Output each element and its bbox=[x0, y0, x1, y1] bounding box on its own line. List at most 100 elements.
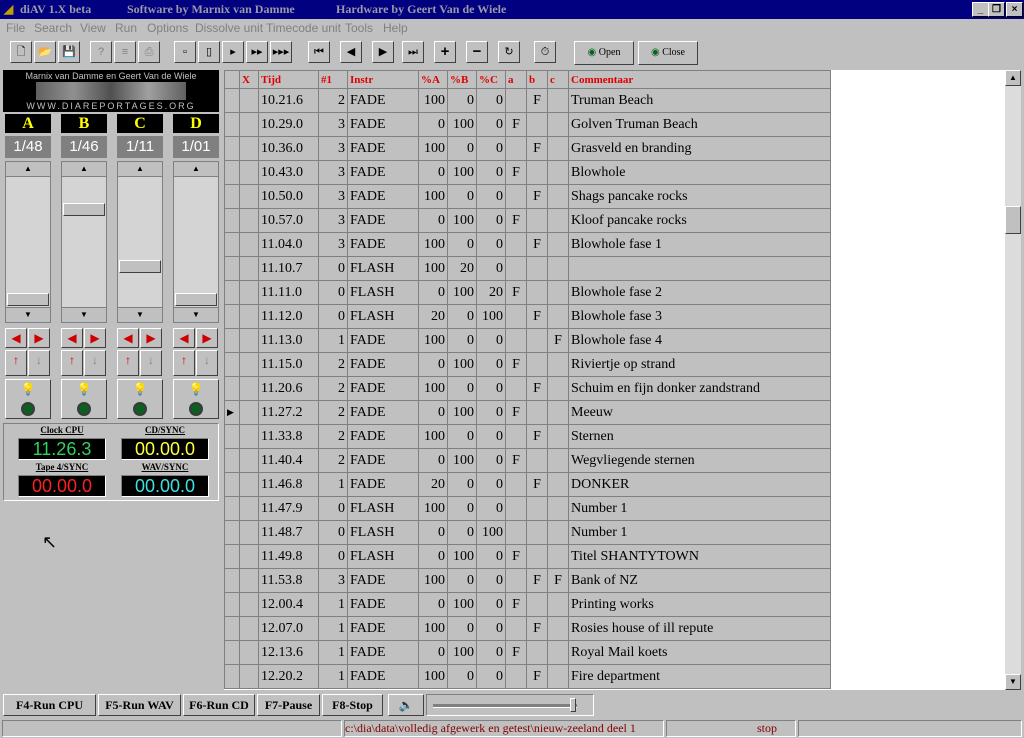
cell-number[interactable]: 2 bbox=[318, 88, 348, 113]
row-selector[interactable] bbox=[224, 304, 240, 329]
cell-c[interactable] bbox=[547, 208, 569, 233]
cell-tijd[interactable]: 10.57.0 bbox=[258, 208, 319, 233]
cell-commentaar[interactable]: Royal Mail koets bbox=[568, 640, 831, 665]
menu-search[interactable]: Search bbox=[34, 21, 72, 35]
row-selector[interactable] bbox=[224, 160, 240, 185]
cell-tijd[interactable]: 10.21.6 bbox=[258, 88, 319, 113]
table-row[interactable]: 11.15.0 2 FADE 0 100 0 F Riviertje op strand bbox=[224, 352, 831, 377]
cell-x[interactable] bbox=[239, 448, 259, 473]
row-selector[interactable]: ▶ bbox=[224, 400, 240, 425]
cell-tijd[interactable]: 10.43.0 bbox=[258, 160, 319, 185]
cell-tijd[interactable]: 11.47.9 bbox=[258, 496, 319, 521]
table-row[interactable]: 10.50.0 3 FADE 100 0 0 F Shags pancake rocks bbox=[224, 184, 831, 209]
cell-a[interactable]: F bbox=[505, 160, 527, 185]
cell-x[interactable] bbox=[239, 256, 259, 281]
cell-pct-a[interactable]: 100 bbox=[418, 568, 448, 593]
arrow-right-icon[interactable]: ▶ bbox=[140, 328, 162, 348]
cell-pct-c[interactable]: 100 bbox=[476, 304, 506, 329]
scroll-down-icon[interactable]: ▼ bbox=[1005, 674, 1021, 690]
cell-pct-b[interactable]: 0 bbox=[447, 424, 477, 449]
channel-c-fader[interactable]: ▲ ▼ bbox=[117, 161, 163, 323]
cell-instr[interactable]: FADE bbox=[347, 376, 419, 401]
cell-tijd[interactable]: 11.10.7 bbox=[258, 256, 319, 281]
open-folder-icon[interactable]: 📂 bbox=[34, 41, 56, 63]
next-record-icon[interactable]: ▶ bbox=[372, 41, 394, 63]
arrow-up-icon[interactable]: ↑ bbox=[173, 350, 195, 376]
fader-down-icon[interactable]: ▼ bbox=[174, 307, 218, 322]
cell-pct-b[interactable]: 0 bbox=[447, 184, 477, 209]
cell-pct-a[interactable]: 0 bbox=[418, 544, 448, 569]
cell-pct-a[interactable]: 100 bbox=[418, 184, 448, 209]
cell-pct-c[interactable]: 0 bbox=[476, 448, 506, 473]
table-row[interactable]: 11.48.7 0 FLASH 0 0 100 Number 1 bbox=[224, 520, 831, 545]
list-icon[interactable]: ≡ bbox=[114, 41, 136, 63]
arrow-down-icon[interactable]: ↓ bbox=[196, 350, 218, 376]
cell-c[interactable] bbox=[547, 160, 569, 185]
cell-tijd[interactable]: 11.13.0 bbox=[258, 328, 319, 353]
run-wav-button[interactable]: F5-Run WAV bbox=[98, 694, 181, 716]
table-row[interactable]: 10.57.0 3 FADE 0 100 0 F Kloof pancake rocks bbox=[224, 208, 831, 233]
cell-tijd[interactable]: 11.12.0 bbox=[258, 304, 319, 329]
stopwatch-icon[interactable]: ⏱ bbox=[534, 41, 556, 63]
cell-a[interactable]: F bbox=[505, 544, 527, 569]
cell-a[interactable] bbox=[505, 184, 527, 209]
cell-tijd[interactable]: 11.27.2 bbox=[258, 400, 319, 425]
cell-x[interactable] bbox=[239, 304, 259, 329]
cell-instr[interactable]: FADE bbox=[347, 448, 419, 473]
cell-number[interactable]: 3 bbox=[318, 232, 348, 257]
view-3-icon[interactable]: ▸ bbox=[222, 41, 244, 63]
cell-pct-c[interactable]: 0 bbox=[476, 136, 506, 161]
column-header-pct-a[interactable]: %A bbox=[418, 70, 448, 89]
menu-options[interactable]: Options bbox=[147, 21, 188, 35]
cell-pct-a[interactable]: 100 bbox=[418, 376, 448, 401]
cell-a[interactable] bbox=[505, 520, 527, 545]
stop-button[interactable]: F8-Stop bbox=[322, 694, 383, 716]
row-selector[interactable] bbox=[224, 472, 240, 497]
menu-timecode-unit[interactable]: Timecode unit bbox=[266, 21, 341, 35]
cell-pct-b[interactable]: 100 bbox=[447, 280, 477, 305]
cue-table[interactable]: X Tijd #1 Instr %A %B %C a b c Commentaa… bbox=[224, 70, 1006, 690]
arrow-right-icon[interactable]: ▶ bbox=[196, 328, 218, 348]
cell-commentaar[interactable]: Printing works bbox=[568, 592, 831, 617]
column-header-b[interactable]: b bbox=[526, 70, 548, 89]
row-selector[interactable] bbox=[224, 568, 240, 593]
cell-tijd[interactable]: 12.07.0 bbox=[258, 616, 319, 641]
last-record-icon[interactable]: ⏭ bbox=[402, 41, 424, 63]
cell-a[interactable]: F bbox=[505, 640, 527, 665]
cell-c[interactable] bbox=[547, 88, 569, 113]
table-row[interactable]: 11.12.0 0 FLASH 20 0 100 F Blowhole fase 3 bbox=[224, 304, 831, 329]
cell-tijd[interactable]: 10.36.0 bbox=[258, 136, 319, 161]
cell-pct-c[interactable]: 0 bbox=[476, 568, 506, 593]
cell-tijd[interactable]: 11.40.4 bbox=[258, 448, 319, 473]
cell-x[interactable] bbox=[239, 208, 259, 233]
row-selector[interactable] bbox=[224, 328, 240, 353]
arrow-down-icon[interactable]: ↓ bbox=[28, 350, 50, 376]
cell-b[interactable]: F bbox=[526, 568, 548, 593]
cell-x[interactable] bbox=[239, 664, 259, 689]
row-selector[interactable] bbox=[224, 592, 240, 617]
cell-pct-b[interactable]: 100 bbox=[447, 544, 477, 569]
column-header-pct-b[interactable]: %B bbox=[447, 70, 477, 89]
cell-x[interactable] bbox=[239, 520, 259, 545]
cell-a[interactable] bbox=[505, 328, 527, 353]
cell-pct-c[interactable]: 0 bbox=[476, 112, 506, 137]
cell-a[interactable]: F bbox=[505, 112, 527, 137]
cell-commentaar[interactable]: Golven Truman Beach bbox=[568, 112, 831, 137]
speaker-icon[interactable]: 🔈 bbox=[388, 694, 424, 716]
cell-x[interactable] bbox=[239, 424, 259, 449]
cell-tijd[interactable]: 11.04.0 bbox=[258, 232, 319, 257]
cell-b[interactable] bbox=[526, 160, 548, 185]
table-row[interactable]: 11.20.6 2 FADE 100 0 0 F Schuim en fijn donker … bbox=[224, 376, 831, 401]
cell-tijd[interactable]: 11.48.7 bbox=[258, 520, 319, 545]
cell-pct-c[interactable]: 0 bbox=[476, 160, 506, 185]
cell-x[interactable] bbox=[239, 232, 259, 257]
cell-c[interactable] bbox=[547, 472, 569, 497]
cell-number[interactable]: 3 bbox=[318, 112, 348, 137]
cell-c[interactable] bbox=[547, 544, 569, 569]
cell-number[interactable]: 1 bbox=[318, 664, 348, 689]
cell-tijd[interactable]: 12.20.2 bbox=[258, 664, 319, 689]
row-selector[interactable] bbox=[224, 352, 240, 377]
cell-number[interactable]: 2 bbox=[318, 352, 348, 377]
cell-pct-c[interactable]: 20 bbox=[476, 280, 506, 305]
scroll-thumb[interactable] bbox=[1005, 206, 1021, 234]
